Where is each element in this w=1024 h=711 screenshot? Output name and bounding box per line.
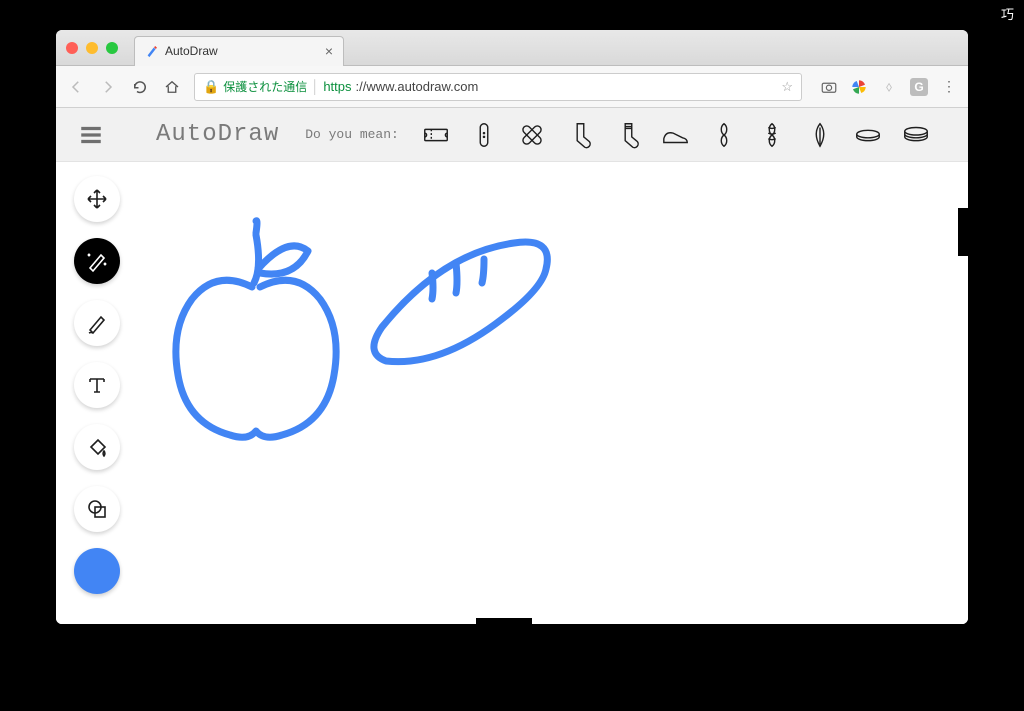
suggestion-ticket-icon[interactable]	[421, 120, 451, 150]
favicon	[145, 44, 159, 58]
extensions: ⬨ G ⋮	[820, 78, 958, 96]
reload-button[interactable]	[130, 77, 150, 97]
secure-label: 保護された通信	[223, 78, 307, 95]
scrollbar-vertical[interactable]	[958, 208, 968, 256]
bookmark-star-icon[interactable]: ☆	[781, 79, 793, 95]
suggestion-coin-icon[interactable]	[853, 120, 883, 150]
fullscreen-window-button[interactable]	[106, 42, 118, 54]
tab-title: AutoDraw	[165, 44, 218, 58]
suggestion-sock-ribbed-icon[interactable]	[613, 120, 643, 150]
tab-bar: AutoDraw ×	[56, 30, 968, 66]
os-menubar-right: 巧	[1001, 4, 1014, 23]
canvas-area[interactable]	[56, 162, 968, 624]
address-bar[interactable]: 🔒 保護された通信 │ https ://www.autodraw.com ☆	[194, 73, 802, 101]
pinwheel-icon[interactable]	[850, 78, 868, 96]
url-protocol: https	[323, 79, 351, 94]
do-you-mean-label: Do you mean:	[305, 127, 399, 142]
url-rest: ://www.autodraw.com	[356, 79, 479, 94]
suggestion-bandage-icon[interactable]	[469, 120, 499, 150]
suggestion-sock-icon[interactable]	[565, 120, 595, 150]
suggestion-bandage-cross-icon[interactable]	[517, 120, 547, 150]
lock-icon: 🔒	[203, 79, 219, 95]
g-extension-icon[interactable]: G	[910, 78, 928, 96]
browser-window: AutoDraw × 🔒 保護された通信 │ https ://www.auto…	[56, 30, 968, 624]
close-window-button[interactable]	[66, 42, 78, 54]
dropbox-icon[interactable]: ⬨	[880, 78, 898, 96]
drawing-canvas[interactable]	[56, 162, 968, 624]
suggestion-coin-stack-icon[interactable]	[901, 120, 931, 150]
browser-menu-icon[interactable]: ⋮	[940, 78, 958, 96]
window-controls	[66, 42, 118, 54]
suggestion-shoe-icon[interactable]	[661, 120, 691, 150]
autodraw-app: AutoDraw Do you mean:	[56, 108, 968, 624]
scrollbar-horizontal[interactable]	[476, 618, 532, 624]
app-title: AutoDraw	[156, 121, 279, 148]
suggestion-peanut-icon[interactable]	[709, 120, 739, 150]
home-button[interactable]	[162, 77, 182, 97]
menu-icon[interactable]	[78, 122, 104, 148]
camera-icon[interactable]	[820, 78, 838, 96]
suggestion-peanut-textured-icon[interactable]	[757, 120, 787, 150]
address-bar-row: 🔒 保護された通信 │ https ://www.autodraw.com ☆ …	[56, 66, 968, 108]
app-toolbar: AutoDraw Do you mean:	[56, 108, 968, 162]
minimize-window-button[interactable]	[86, 42, 98, 54]
suggestion-almond-icon[interactable]	[805, 120, 835, 150]
suggestions-row	[421, 120, 946, 150]
forward-button[interactable]	[98, 77, 118, 97]
back-button[interactable]	[66, 77, 86, 97]
close-tab-icon[interactable]: ×	[325, 43, 333, 59]
tab-autodraw[interactable]: AutoDraw ×	[134, 36, 344, 66]
